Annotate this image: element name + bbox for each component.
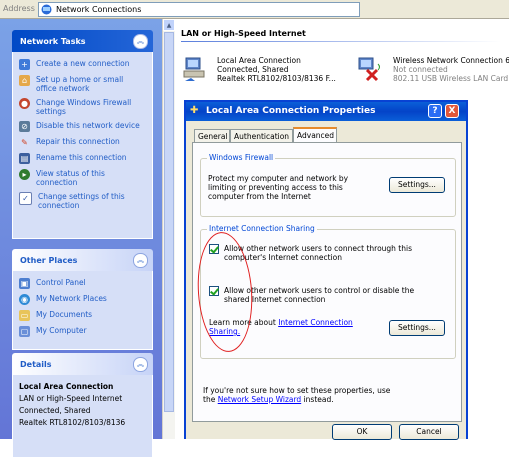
- other-places-panel: Other Places ︽ ▣ Control Panel ◉ My Networ…: [12, 249, 153, 350]
- setup-wizard-link[interactable]: Network Setup Wizard: [218, 395, 302, 404]
- address-input[interactable]: Network Connections: [38, 2, 360, 17]
- close-button[interactable]: X: [445, 104, 459, 118]
- connection-device: 802.11 USB Wireless LAN Card: [393, 74, 509, 83]
- place-network-places[interactable]: ◉ My Network Places: [19, 294, 146, 305]
- group-divider: [181, 41, 501, 42]
- details-body: Local Area Connection LAN or High-Speed …: [12, 375, 153, 458]
- firewall-legend: Windows Firewall: [207, 153, 276, 162]
- connection-name: Wireless Network Connection 6: [393, 56, 509, 65]
- network-tasks-list: + Create a new connection ⌂ Set up a home …: [12, 52, 153, 239]
- task-change-settings[interactable]: ✓ Change settings of this connection: [19, 192, 146, 210]
- network-tasks-header[interactable]: Network Tasks ︽: [12, 30, 153, 52]
- cancel-button[interactable]: Cancel: [399, 424, 459, 440]
- collapse-icon[interactable]: ︽: [133, 253, 148, 268]
- disable-device-icon: ⊘: [19, 121, 30, 132]
- place-my-documents[interactable]: ▭ My Documents: [19, 310, 146, 321]
- network-connections-icon: [41, 4, 52, 15]
- task-home-network[interactable]: ⌂ Set up a home or small office network: [19, 75, 146, 93]
- task-view-status[interactable]: ▸ View status of this connection: [19, 169, 146, 187]
- firewall-settings-button[interactable]: Settings...: [389, 177, 445, 193]
- details-line: Connected, Shared: [19, 406, 91, 415]
- place-my-computer[interactable]: ▢ My Computer: [19, 326, 146, 337]
- repair-icon: ✎: [21, 138, 28, 147]
- settings-icon: ✓: [19, 192, 32, 205]
- connection-wireless[interactable]: Wireless Network Connection 6 Not connec…: [357, 56, 509, 86]
- address-bar: Address Network Connections: [0, 0, 509, 19]
- setup-hint-suffix: instead.: [303, 395, 334, 404]
- documents-icon: ▭: [19, 310, 30, 321]
- wireless-connection-icon: [358, 57, 380, 82]
- help-button[interactable]: ?: [428, 104, 442, 118]
- details-header[interactable]: Details ︽: [12, 353, 153, 375]
- task-rename[interactable]: ▤ Rename this connection: [19, 153, 146, 164]
- details-line: Realtek RTL8102/8103/8136: [19, 418, 126, 427]
- network-places-icon: ◉: [19, 294, 30, 305]
- dialog-titlebar[interactable]: ✚ Local Area Connection Properties ? X: [186, 102, 466, 121]
- control-panel-icon: ▣: [19, 278, 30, 289]
- allow-control-label: Allow other network users to control or …: [224, 286, 415, 304]
- connection-name: Local Area Connection: [217, 56, 301, 65]
- connection-device: Realtek RTL8102/8103/8136 F...: [217, 74, 336, 83]
- setup-hint: If you're not sure how to set these prop…: [203, 386, 403, 404]
- computer-icon: ▢: [19, 326, 30, 337]
- scroll-up-icon[interactable]: ▲: [163, 19, 175, 31]
- address-value: Network Connections: [56, 5, 142, 14]
- firewall-group: Windows Firewall Protect my computer and…: [200, 153, 456, 217]
- address-label: Address: [3, 4, 35, 13]
- firewall-icon: ●: [19, 98, 30, 109]
- other-places-header[interactable]: Other Places ︽: [12, 249, 153, 271]
- network-connection-icon: ✚: [190, 105, 199, 116]
- connection-status: Not connected: [393, 65, 448, 74]
- lan-connection-icon: [183, 57, 205, 81]
- tab-authentication[interactable]: Authentication: [230, 129, 293, 142]
- tab-general[interactable]: General: [194, 129, 230, 142]
- task-pane: Network Tasks ︽ + Create a new connection…: [0, 19, 162, 458]
- allow-connect-label: Allow other network users to connect thr…: [224, 244, 412, 262]
- collapse-icon[interactable]: ︽: [133, 34, 148, 49]
- status-icon: ▸: [19, 169, 30, 180]
- details-line: LAN or High-Speed Internet: [19, 394, 123, 403]
- network-tasks-panel: Network Tasks ︽ + Create a new connection…: [12, 30, 153, 239]
- details-title: Details: [20, 360, 52, 369]
- ics-settings-button[interactable]: Settings...: [389, 320, 445, 336]
- group-title: LAN or High-Speed Internet: [181, 29, 306, 38]
- task-firewall-settings[interactable]: ● Change Windows Firewall settings: [19, 98, 146, 116]
- tab-advanced[interactable]: Advanced: [293, 127, 337, 143]
- collapse-icon[interactable]: ︽: [133, 357, 148, 372]
- ok-button[interactable]: OK: [332, 424, 392, 440]
- network-tasks-title: Network Tasks: [20, 37, 86, 46]
- home-network-icon: ⌂: [19, 75, 30, 86]
- task-repair[interactable]: ✎ Repair this connection: [19, 137, 146, 148]
- other-places-list: ▣ Control Panel ◉ My Network Places ▭ My Do…: [12, 271, 153, 350]
- place-control-panel[interactable]: ▣ Control Panel: [19, 278, 146, 289]
- task-create-connection[interactable]: + Create a new connection: [19, 59, 146, 70]
- scroll-thumb[interactable]: [164, 32, 174, 412]
- task-disable-device[interactable]: ⊘ Disable this network device: [19, 121, 146, 132]
- connection-local-area[interactable]: Local Area Connection Connected, Shared …: [183, 56, 353, 86]
- details-panel: Details ︽ Local Area Connection LAN or H…: [12, 353, 153, 458]
- dialog-title: Local Area Connection Properties: [206, 106, 376, 116]
- firewall-description: Protect my computer and network by limit…: [208, 174, 349, 201]
- other-places-title: Other Places: [20, 256, 78, 265]
- details-name: Local Area Connection: [19, 382, 114, 391]
- connection-status: Connected, Shared: [217, 65, 289, 74]
- scrollbar[interactable]: ▲: [162, 19, 175, 439]
- rename-icon: ▤: [19, 153, 30, 164]
- new-connection-icon: +: [19, 59, 30, 70]
